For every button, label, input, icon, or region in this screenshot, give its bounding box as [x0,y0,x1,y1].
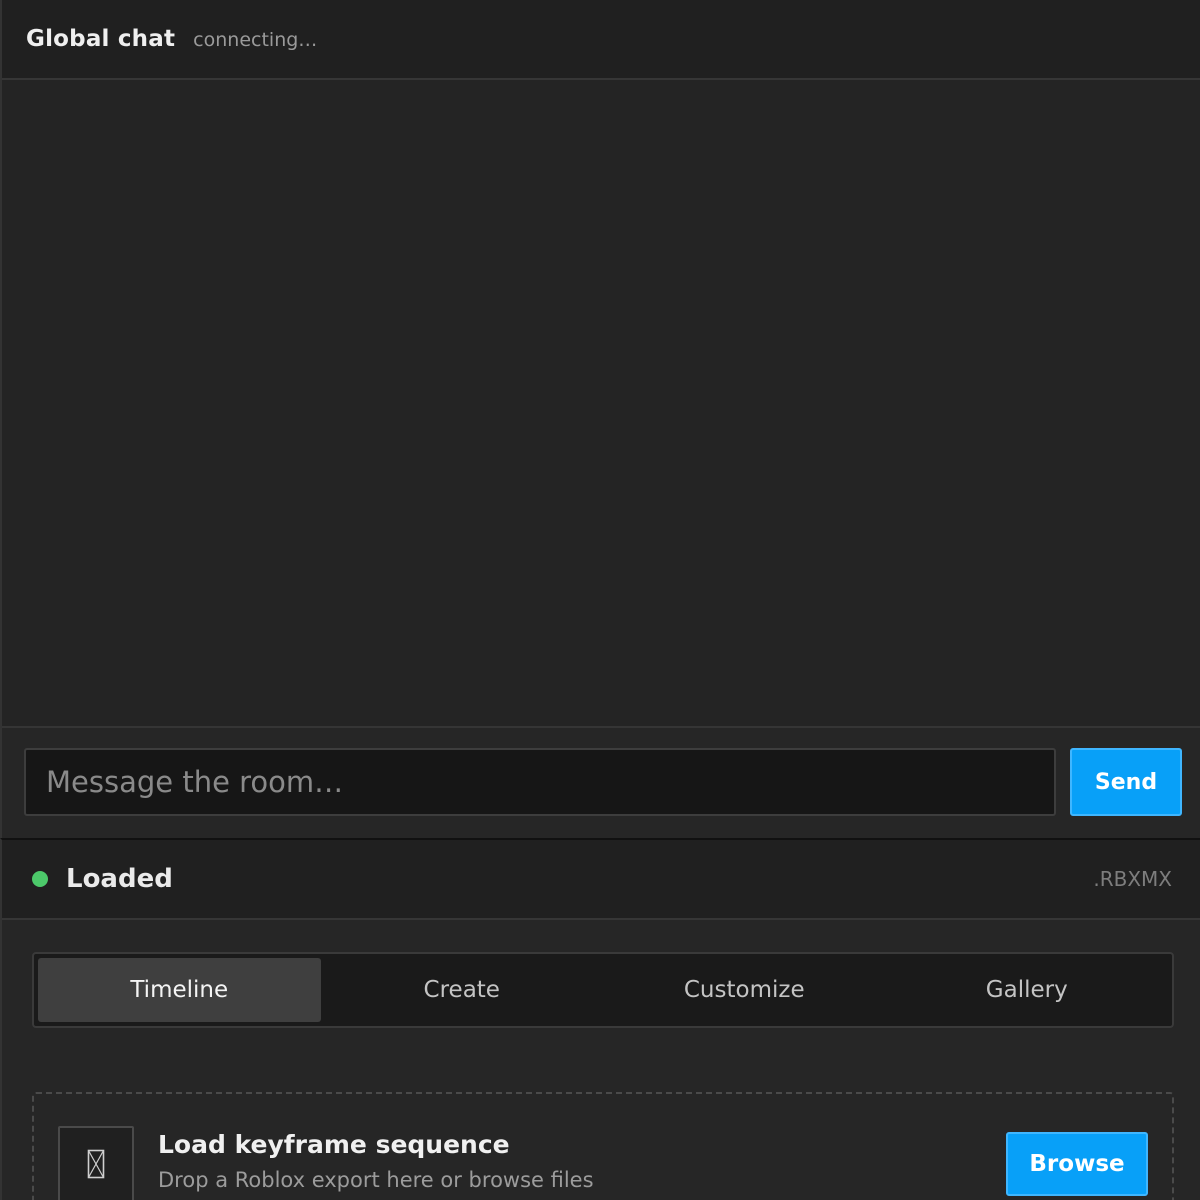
chat-message-input[interactable] [24,748,1056,816]
status-indicator-dot [32,871,48,887]
mode-tabs: Timeline Create Customize Gallery [32,952,1174,1028]
chat-connection-status: connecting… [193,29,318,51]
chat-header: Global chat connecting… [2,0,1200,80]
chat-composer: Send [2,728,1200,838]
load-status-text: Loaded [66,864,173,894]
file-dropzone[interactable]: Load keyframe sequence Drop a Roblox exp… [32,1092,1174,1200]
chat-title: Global chat [26,26,176,52]
loader-header: Loaded .RBXMX [2,840,1200,920]
dropzone-title: Load keyframe sequence [158,1130,510,1159]
send-button[interactable]: Send [1070,748,1182,816]
app-root: Global chat connecting… Send Loaded .RBX… [0,0,1200,1200]
chat-panel: Global chat connecting… Send [0,0,1200,840]
tab-customize[interactable]: Customize [603,958,886,1022]
file-glyph-icon [87,1149,105,1179]
file-icon [58,1126,134,1200]
tab-gallery[interactable]: Gallery [886,958,1169,1022]
browse-button[interactable]: Browse [1006,1132,1148,1196]
loader-panel: Loaded .RBXMX Timeline Create Customize … [0,838,1200,1200]
dropzone-subtitle: Drop a Roblox export here or browse file… [158,1168,594,1192]
tab-create[interactable]: Create [321,958,604,1022]
chat-message-list[interactable] [2,80,1200,728]
tab-timeline[interactable]: Timeline [38,958,321,1022]
file-format-label: .RBXMX [1093,867,1172,891]
